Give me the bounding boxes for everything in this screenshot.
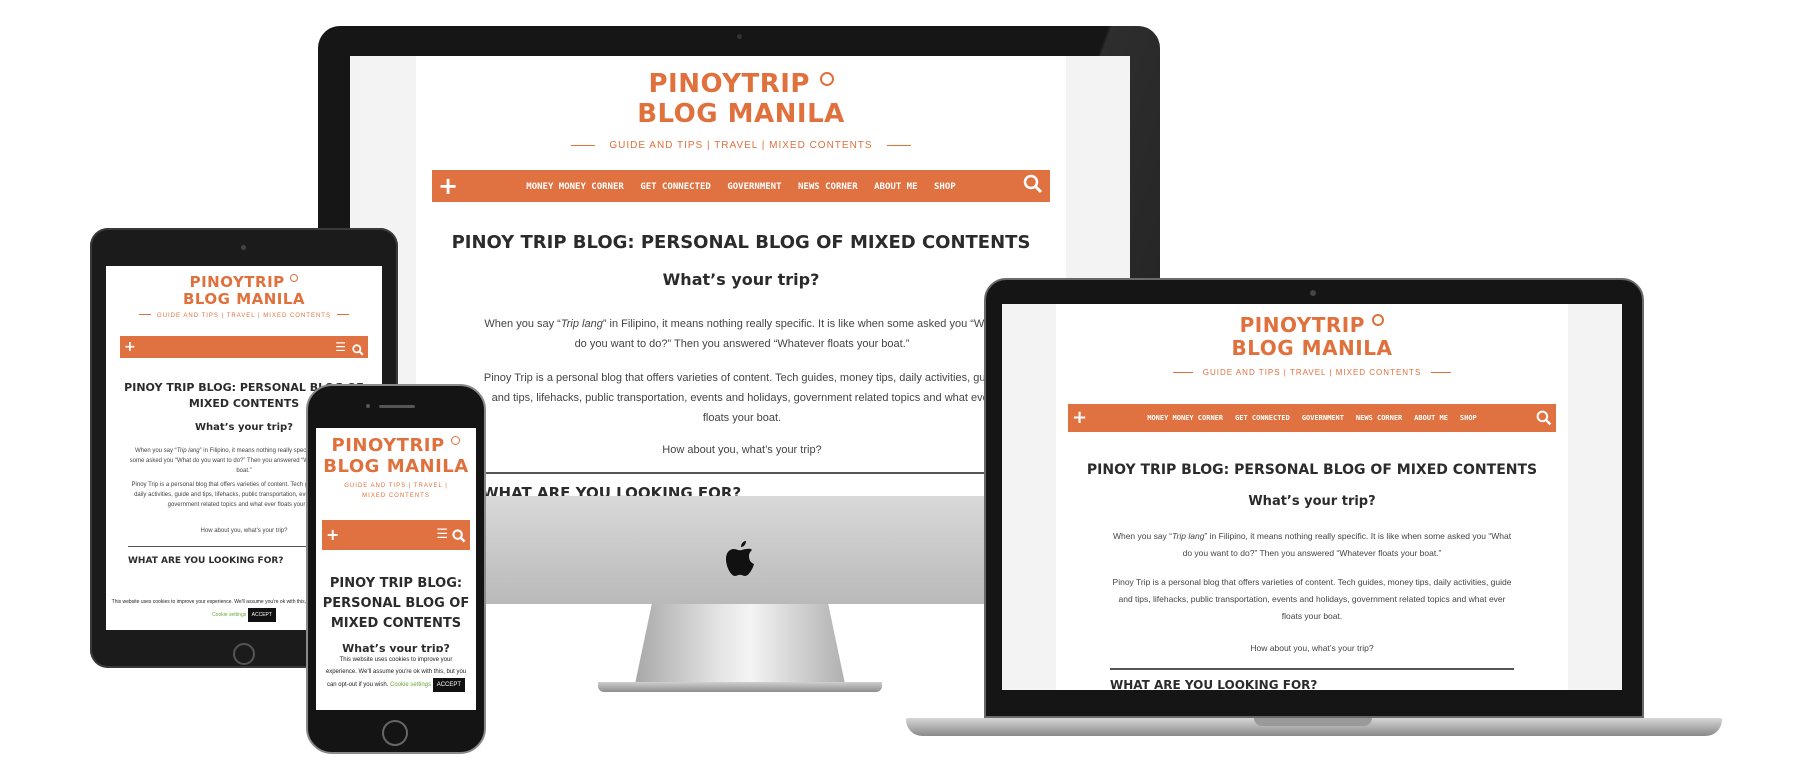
nav-about-me[interactable]: ABOUT ME <box>1414 404 1448 432</box>
laptop-notch <box>1254 718 1372 726</box>
nav-news-corner[interactable]: NEWS CORNER <box>798 171 858 203</box>
menu-icon[interactable]: ☰ <box>436 520 448 550</box>
phone-page: PINOYTRIP BLOG MANILA GUIDE AND TIPS | T… <box>316 428 476 710</box>
apple-logo-icon <box>724 540 756 578</box>
tablet-camera <box>241 245 246 250</box>
laptop-nav: + MONEY MONEY CORNER GET CONNECTED GOVER… <box>1068 404 1556 432</box>
phone-cookie-bar: This website uses cookies to improve you… <box>316 652 476 710</box>
phone-screen: PINOYTRIP BLOG MANILA GUIDE AND TIPS | T… <box>316 428 476 710</box>
nav-news-corner[interactable]: NEWS CORNER <box>1356 404 1402 432</box>
phone-camera <box>366 404 370 408</box>
phone-tagline: GUIDE AND TIPS | TRAVEL | MIXED CONTENTS <box>344 483 448 500</box>
map-pin-icon <box>451 436 461 445</box>
tablet-nav: + ☰ <box>120 336 368 358</box>
tablet-logo[interactable]: PINOYTRIP BLOG MANILA <box>106 273 382 309</box>
laptop-tagline: GUIDE AND TIPS | TRAVEL | MIXED CONTENTS <box>1056 368 1568 377</box>
laptop-about: Pinoy Trip is a personal blog that offer… <box>1112 577 1512 621</box>
nav-get-connected[interactable]: GET CONNECTED <box>640 171 710 203</box>
cookie-settings-link[interactable]: Cookie settings <box>390 682 431 688</box>
imac-camera <box>737 34 742 39</box>
cookie-accept-button[interactable]: ACCEPT <box>432 678 466 692</box>
map-pin-icon <box>1372 314 1385 326</box>
tablet-tagline: GUIDE AND TIPS | TRAVEL | MIXED CONTENTS <box>106 313 382 319</box>
search-icon[interactable] <box>352 341 364 356</box>
nav-get-connected[interactable]: GET CONNECTED <box>1235 404 1290 432</box>
laptop-page: PINOYTRIP BLOG MANILA GUIDE AND TIPS | T… <box>1056 304 1568 690</box>
laptop-question: How about you, what’s your trip? <box>1250 643 1374 653</box>
tagline: GUIDE AND TIPS | TRAVEL | MIXED CONTENTS <box>416 140 1066 151</box>
laptop-section-heading: WHAT ARE YOU LOOKING FOR? <box>1110 678 1318 690</box>
intro-paragraph: When you say “Trip lang” in Filipino, it… <box>484 318 1000 350</box>
phone-logo[interactable]: PINOYTRIP BLOG MANILA <box>316 435 476 477</box>
nav-government[interactable]: GOVERNMENT <box>727 171 781 203</box>
search-icon[interactable] <box>452 528 466 543</box>
phone-title: PINOY TRIP BLOG: PERSONAL BLOG OF MIXED CO… <box>322 576 470 631</box>
phone-speaker <box>379 405 415 408</box>
section-heading: WHAT ARE YOU LOOKING FOR? <box>482 484 742 496</box>
plus-icon[interactable]: + <box>124 336 136 358</box>
laptop-intro: When you say “Trip lang” in Filipino, it… <box>1112 531 1512 558</box>
nav-money-money-corner[interactable]: MONEY MONEY CORNER <box>1147 404 1223 432</box>
nav-about-me[interactable]: ABOUT ME <box>874 171 917 203</box>
laptop-logo[interactable]: PINOYTRIP BLOG MANILA <box>1056 314 1568 360</box>
laptop-divider <box>1110 668 1514 670</box>
tablet-home-button[interactable] <box>233 643 255 665</box>
map-pin-icon <box>819 72 834 86</box>
search-icon[interactable] <box>1022 174 1044 196</box>
phone-home-button[interactable] <box>382 720 408 746</box>
tablet-section-heading: WHAT ARE YOU LOOKING FOR? <box>128 556 284 566</box>
nav-money-money-corner[interactable]: MONEY MONEY CORNER <box>526 171 624 203</box>
imac-page: PINOYTRIP BLOG MANILA GUIDE AND TIPS | T… <box>416 56 1066 496</box>
nav-shop[interactable]: SHOP <box>934 171 956 203</box>
imac-base <box>598 682 882 692</box>
divider <box>482 472 1002 474</box>
logo-line2: BLOG MANILA <box>637 98 845 129</box>
page-title: PINOY TRIP BLOG: PERSONAL BLOG OF MIXED … <box>451 232 1031 253</box>
laptop-subtitle: What’s your trip? <box>1248 494 1376 509</box>
nav-shop[interactable]: SHOP <box>1460 404 1477 432</box>
question-paragraph: How about you, what’s your trip? <box>662 444 822 456</box>
map-pin-icon <box>290 274 299 282</box>
nav-government[interactable]: GOVERNMENT <box>1302 404 1344 432</box>
main-nav: + MONEY MONEY CORNER GET CONNECTED GOVER… <box>432 170 1050 202</box>
logo-line1: PINOYTRIP <box>648 69 810 99</box>
phone-nav: + ☰ <box>322 520 470 550</box>
cookie-settings-link[interactable]: Cookie settings <box>212 612 246 618</box>
laptop-title: PINOY TRIP BLOG: PERSONAL BLOG OF MIXED … <box>1086 462 1538 478</box>
plus-icon[interactable]: + <box>326 520 339 550</box>
imac-stand <box>635 604 845 684</box>
cookie-accept-button[interactable]: ACCEPT <box>247 608 276 622</box>
site-logo[interactable]: PINOYTRIP BLOG MANILA <box>416 69 1066 130</box>
about-paragraph: Pinoy Trip is a personal blog that offer… <box>483 372 1001 424</box>
laptop-camera <box>1310 290 1316 296</box>
menu-icon[interactable]: ☰ <box>335 336 346 358</box>
page-subtitle: What’s your trip? <box>662 270 820 289</box>
search-icon[interactable] <box>1536 410 1552 426</box>
laptop-screen: PINOYTRIP BLOG MANILA GUIDE AND TIPS | T… <box>1002 304 1622 690</box>
